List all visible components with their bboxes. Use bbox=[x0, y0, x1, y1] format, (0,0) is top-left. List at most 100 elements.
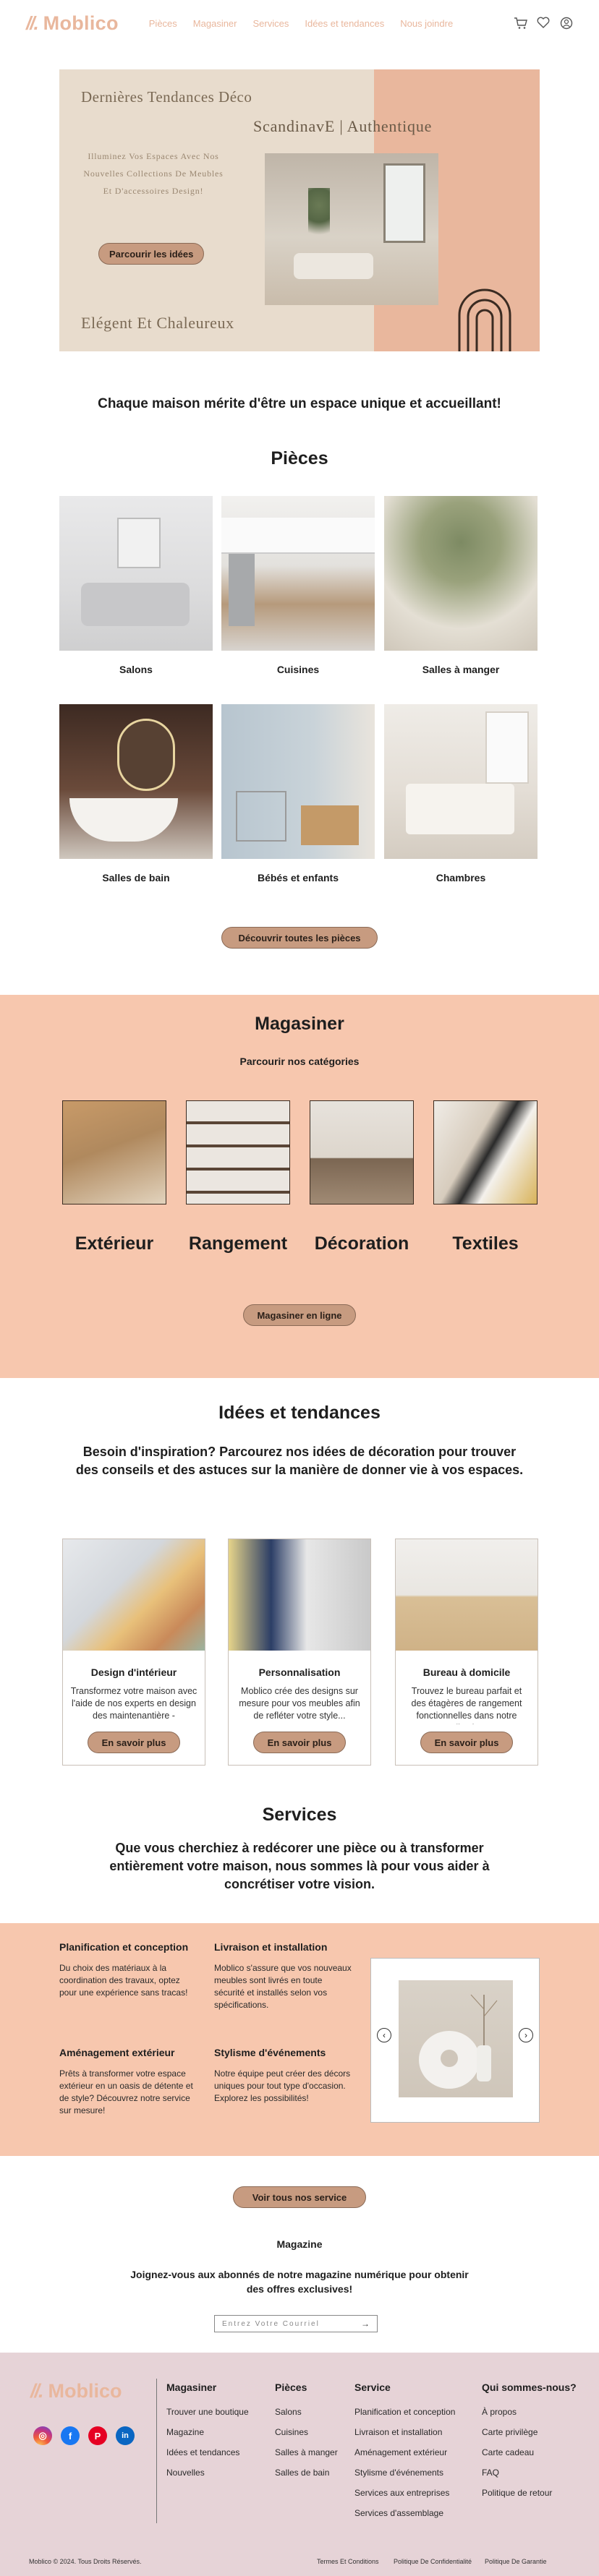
nav-item-services[interactable]: Services bbox=[253, 18, 289, 29]
footer-link[interactable]: Aménagement extérieur bbox=[354, 2442, 455, 2462]
tagline: Chaque maison mérite d'être un espace un… bbox=[98, 396, 501, 411]
instagram-icon[interactable]: ◎ bbox=[33, 2426, 52, 2445]
ideas-title: Idées et tendances bbox=[218, 1403, 381, 1423]
footer-link[interactable]: Services d'assemblage bbox=[354, 2503, 455, 2523]
bureau-image bbox=[396, 1539, 538, 1651]
services-panel: Planification et conception Du choix des… bbox=[0, 1923, 599, 2156]
footer-link[interactable]: Salons bbox=[275, 2402, 338, 2422]
room-card-salons[interactable]: Salons bbox=[59, 496, 213, 675]
nav-item-pieces[interactable]: Pièces bbox=[149, 18, 177, 29]
card-body: Moblico crée des designs sur mesure pour… bbox=[239, 1686, 360, 1721]
footer-link[interactable]: Services aux entreprises bbox=[354, 2483, 455, 2503]
service-planification[interactable]: Planification et conception Du choix des… bbox=[59, 1940, 197, 1999]
service-amenagement[interactable]: Aménagement extérieur Prêts à transforme… bbox=[59, 2046, 197, 2117]
newsletter-title: Magazine bbox=[276, 2238, 323, 2250]
newsletter-body: Joignez-vous aux abonnés de notre magazi… bbox=[130, 2269, 469, 2295]
footer-column-service: Service Planification et conception Livr… bbox=[354, 2382, 455, 2523]
footer-link[interactable]: Stylisme d'événements bbox=[354, 2462, 455, 2483]
decoration-image[interactable] bbox=[310, 1100, 414, 1204]
account-icon[interactable] bbox=[560, 17, 573, 30]
exterieur-image[interactable] bbox=[62, 1100, 166, 1204]
rooms-title: Pièces bbox=[271, 448, 328, 468]
service-title: Aménagement extérieur bbox=[59, 2047, 175, 2058]
hero-body: Illuminez Vos Espaces Avec Nos Nouvelles… bbox=[83, 151, 224, 196]
salles-a-manger-image bbox=[384, 496, 538, 651]
browse-ideas-button[interactable]: Parcourir les idées bbox=[98, 243, 205, 265]
textiles-image[interactable] bbox=[433, 1100, 538, 1204]
logo-mark: //. bbox=[30, 2380, 43, 2402]
hero-title: Dernières Tendances Déco bbox=[81, 88, 252, 106]
nav-item-magasiner[interactable]: Magasiner bbox=[193, 18, 237, 29]
card-title: Design d'intérieur bbox=[90, 1666, 177, 1678]
footer-link[interactable]: À propos bbox=[482, 2402, 577, 2422]
footer-logo[interactable]: //. Moblico bbox=[30, 2380, 122, 2402]
discover-rooms-button[interactable]: Découvrir toutes les pièces bbox=[221, 927, 378, 949]
footer-link[interactable]: Livraison et installation bbox=[354, 2422, 455, 2442]
footer-link[interactable]: Idées et tendances bbox=[166, 2442, 249, 2462]
terms-link[interactable]: Termes Et Conditions bbox=[317, 2558, 379, 2565]
header-icons bbox=[514, 17, 573, 30]
nav-item-idees[interactable]: Idées et tendances bbox=[305, 18, 384, 29]
footer-link[interactable]: Politique de retour bbox=[482, 2483, 577, 2503]
room-card-chambres[interactable]: Chambres bbox=[384, 704, 538, 883]
learn-more-button[interactable]: En savoir plus bbox=[420, 1732, 513, 1753]
linkedin-icon[interactable]: in bbox=[116, 2426, 135, 2445]
salles-de-bain-image bbox=[59, 704, 213, 859]
category-exterieur[interactable]: Extérieur bbox=[49, 1233, 179, 1254]
email-input[interactable]: Entrez Votre Courriel → bbox=[214, 2315, 378, 2332]
arrow-right-icon[interactable]: → bbox=[361, 2319, 370, 2329]
design-interieur-image bbox=[63, 1539, 205, 1651]
footer-link[interactable]: Salles de bain bbox=[275, 2462, 338, 2483]
pinterest-icon[interactable]: P bbox=[88, 2426, 107, 2445]
carousel-vase-image bbox=[399, 1980, 513, 2097]
copyright: Moblico © 2024. Tous Droits Réservés. bbox=[29, 2558, 142, 2565]
footer-link[interactable]: Magazine bbox=[166, 2422, 249, 2442]
logo[interactable]: //. Moblico bbox=[26, 12, 119, 35]
privacy-link[interactable]: Politique De Confidentialité bbox=[394, 2558, 472, 2565]
room-card-cuisines[interactable]: Cuisines bbox=[221, 496, 375, 675]
category-textiles[interactable]: Textiles bbox=[420, 1233, 551, 1254]
footer-link[interactable]: Cuisines bbox=[275, 2422, 338, 2442]
logo-mark: //. bbox=[26, 12, 39, 34]
room-label: Bébés et enfants bbox=[257, 872, 339, 883]
heart-icon[interactable] bbox=[537, 17, 550, 30]
footer-link[interactable]: Trouver une boutique bbox=[166, 2402, 249, 2422]
chambres-image bbox=[384, 704, 538, 859]
footer-link[interactable]: Carte privilège bbox=[482, 2422, 577, 2442]
bebes-et-enfants-image bbox=[221, 704, 375, 859]
nav-item-contact[interactable]: Nous joindre bbox=[400, 18, 453, 29]
all-services-button[interactable]: Voir tous nos service bbox=[233, 2186, 366, 2208]
footer-link[interactable]: Nouvelles bbox=[166, 2462, 249, 2483]
carousel-next-button[interactable]: › bbox=[519, 2028, 533, 2042]
service-carousel: ‹ › bbox=[370, 1958, 540, 2123]
footer-link[interactable]: Carte cadeau bbox=[482, 2442, 577, 2462]
footer-link[interactable]: Planification et conception bbox=[354, 2402, 455, 2422]
facebook-icon[interactable]: f bbox=[61, 2426, 80, 2445]
room-card-salles-a-manger[interactable]: Salles à manger bbox=[384, 496, 538, 675]
shop-online-button[interactable]: Magasiner en ligne bbox=[243, 1304, 356, 1326]
cart-icon[interactable] bbox=[514, 17, 527, 30]
category-decoration[interactable]: Décoration bbox=[297, 1233, 427, 1254]
footer-column-title: Magasiner bbox=[166, 2382, 217, 2393]
category-rangement[interactable]: Rangement bbox=[173, 1233, 303, 1254]
service-stylisme[interactable]: Stylisme d'événements Notre équipe peut … bbox=[214, 2046, 352, 2105]
room-label: Salles à manger bbox=[422, 664, 500, 675]
warranty-link[interactable]: Politique De Garantie bbox=[485, 2558, 547, 2565]
room-card-salles-de-bain[interactable]: Salles de bain bbox=[59, 704, 213, 883]
service-title: Stylisme d'événements bbox=[214, 2047, 326, 2058]
footer-link[interactable]: Salles à manger bbox=[275, 2442, 338, 2462]
hero-subtitle: ScandinavE | Authentique bbox=[253, 117, 433, 135]
idea-card-bureau: Bureau à domicile Trouvez le bureau parf… bbox=[395, 1539, 538, 1766]
learn-more-button[interactable]: En savoir plus bbox=[253, 1732, 346, 1753]
carousel-prev-button[interactable]: ‹ bbox=[377, 2028, 391, 2042]
rangement-image[interactable] bbox=[186, 1100, 290, 1204]
service-livraison[interactable]: Livraison et installation Moblico s'assu… bbox=[214, 1940, 352, 2011]
footer-divider bbox=[156, 2379, 157, 2523]
room-card-bebes-et-enfants[interactable]: Bébés et enfants bbox=[221, 704, 375, 883]
service-title: Planification et conception bbox=[59, 1941, 189, 1953]
room-label: Chambres bbox=[436, 872, 486, 883]
learn-more-button[interactable]: En savoir plus bbox=[88, 1732, 180, 1753]
personnalisation-image bbox=[229, 1539, 370, 1651]
salons-image bbox=[59, 496, 213, 651]
footer-link[interactable]: FAQ bbox=[482, 2462, 577, 2483]
